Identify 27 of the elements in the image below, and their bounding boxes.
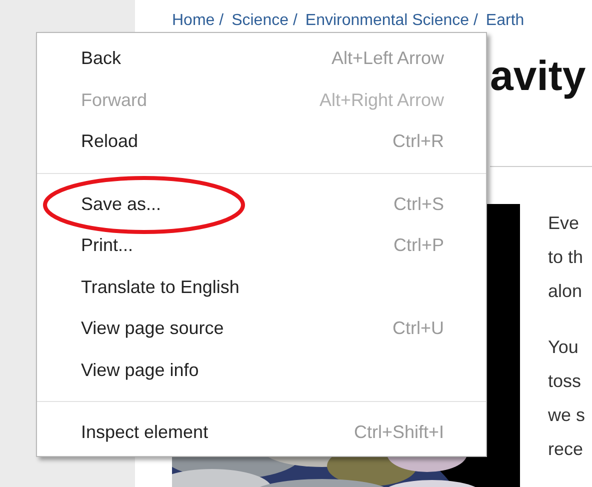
- menu-item[interactable]: Inspect element: [81, 422, 208, 444]
- breadcrumb-link[interactable]: Earth: [486, 12, 524, 30]
- menu-item[interactable]: View page info: [81, 360, 199, 381]
- page-title: avity: [490, 52, 587, 100]
- menu-item[interactable]: Reload: [81, 131, 138, 152]
- breadcrumb-link[interactable]: Science /: [232, 12, 298, 30]
- shortcut-text: Ctrl+S: [393, 194, 444, 215]
- menu-item[interactable]: View page source: [81, 318, 224, 340]
- shortcut-text: Ctrl+P: [393, 235, 444, 256]
- paragraph-text: toss: [548, 370, 582, 393]
- menu-item[interactable]: Back: [81, 48, 122, 70]
- menu-item[interactable]: Print...: [81, 235, 134, 256]
- shortcut-text: Alt+Right Arrow: [319, 90, 444, 111]
- paragraph-text: You: [548, 336, 580, 359]
- breadcrumb-link[interactable]: Home /: [172, 12, 224, 30]
- paragraph-text: alon: [548, 280, 584, 303]
- shortcut-text: Ctrl+Shift+I: [354, 422, 444, 444]
- shortcut-text: Ctrl+R: [392, 131, 444, 152]
- menu-item[interactable]: Translate to English: [81, 276, 240, 298]
- paragraph-text: we s: [548, 404, 586, 427]
- breadcrumb-link[interactable]: Environmental Science /: [305, 12, 478, 30]
- paragraph-text: rece: [548, 438, 584, 461]
- shortcut-text: Alt+Left Arrow: [331, 48, 444, 70]
- paragraph-text: Eve: [548, 212, 580, 235]
- shortcut-text: Ctrl+U: [392, 318, 444, 340]
- paragraph-text: to th: [548, 246, 584, 269]
- menu-item[interactable]: Save as...: [81, 194, 162, 215]
